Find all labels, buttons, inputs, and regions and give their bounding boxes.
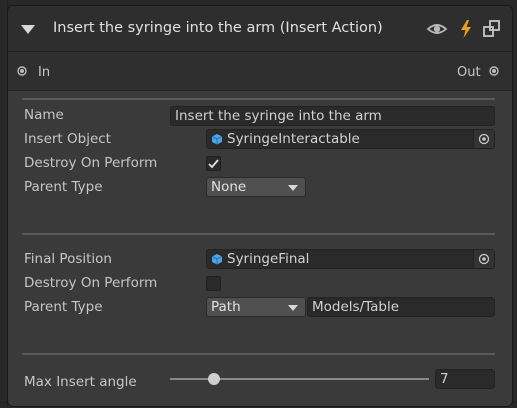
chevron-down-icon (288, 305, 298, 311)
destroy-on-perform-label: Destroy On Perform (24, 155, 158, 171)
parent-type-value: None (211, 179, 247, 195)
destroy-on-perform-label-2: Destroy On Perform (24, 275, 158, 291)
max-insert-angle-value: 7 (440, 371, 449, 387)
max-insert-angle-slider-thumb[interactable] (208, 373, 221, 385)
cube-icon (211, 254, 223, 265)
parent-type-label-2: Parent Type (24, 299, 103, 315)
name-field[interactable]: Insert the syringe into the arm (170, 106, 495, 126)
path-field[interactable]: Models/Table (307, 297, 495, 317)
final-position-label: Final Position (24, 251, 112, 267)
in-port-icon[interactable] (17, 66, 27, 76)
section-separator (22, 98, 495, 100)
parent-type-label: Parent Type (24, 179, 103, 195)
checkmark-icon (208, 159, 219, 169)
section-separator (22, 233, 495, 235)
node-settings-icon[interactable] (481, 18, 503, 40)
target-icon (478, 253, 490, 265)
insert-object-value: SyringeInteractable (227, 131, 360, 147)
node-header[interactable]: Insert the syringe into the arm (Insert … (8, 6, 512, 52)
eye-icon[interactable] (426, 18, 448, 40)
insert-object-field[interactable]: SyringeInteractable (206, 129, 495, 149)
node-ports-bar: In Out (8, 52, 512, 91)
lightning-icon[interactable] (455, 18, 477, 40)
destroy-on-perform-checkbox-2[interactable] (206, 276, 221, 291)
collapse-triangle-icon[interactable] (21, 25, 35, 34)
cube-icon (211, 134, 223, 145)
max-insert-angle-input[interactable]: 7 (435, 369, 495, 389)
insert-object-label: Insert Object (24, 131, 111, 147)
name-field-value: Insert the syringe into the arm (175, 108, 382, 124)
path-value: Models/Table (312, 299, 400, 315)
insert-action-node[interactable]: Insert the syringe into the arm (Insert … (7, 5, 513, 407)
object-picker-button[interactable] (473, 250, 494, 268)
parent-type-dropdown-2[interactable]: Path (206, 297, 306, 317)
final-position-value: SyringeFinal (227, 251, 310, 267)
parent-type-dropdown[interactable]: None (206, 177, 306, 197)
destroy-on-perform-checkbox[interactable] (206, 156, 221, 171)
name-label: Name (24, 107, 64, 123)
object-picker-button[interactable] (473, 130, 494, 148)
in-port-label: In (38, 65, 51, 80)
out-port-label: Out (457, 65, 481, 80)
parent-type-value-2: Path (211, 299, 241, 315)
final-position-field[interactable]: SyringeFinal (206, 249, 495, 269)
node-title: Insert the syringe into the arm (Insert … (53, 20, 383, 36)
target-icon (478, 133, 490, 145)
section-separator (22, 353, 495, 355)
chevron-down-icon (288, 185, 298, 191)
out-port-icon[interactable] (489, 66, 499, 76)
max-insert-angle-label: Max Insert angle (24, 374, 137, 390)
